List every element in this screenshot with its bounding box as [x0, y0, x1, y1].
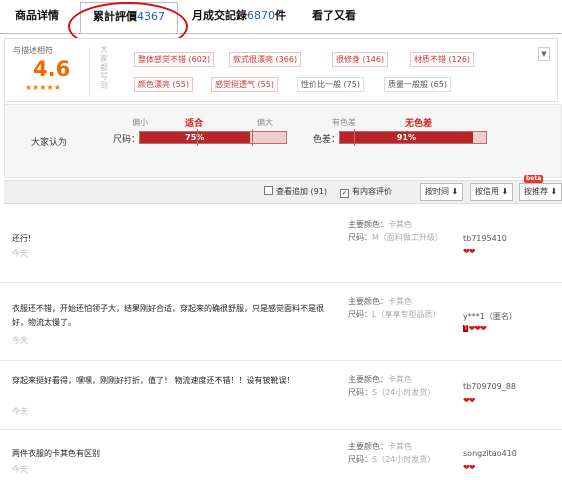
tab-reviews[interactable]: 累計評價4367 [80, 2, 178, 33]
checkbox-icon[interactable] [264, 186, 273, 195]
credit-heart-icon: ❤❤ [463, 247, 475, 256]
chevron-down-icon[interactable]: ▼ [538, 47, 550, 61]
size-bar-fill: 75% [140, 132, 250, 143]
reviewer-name[interactable]: y***1（匿名） [463, 311, 517, 322]
impression-tag[interactable]: 感觉挺透气 (55) [211, 77, 278, 92]
tab-also-viewed[interactable]: 看了又看 [302, 2, 366, 30]
color-mid-label: 无色差 [405, 119, 433, 129]
review-date: 今天 [12, 336, 28, 345]
reviewer-name[interactable]: tb709709_88 [463, 382, 516, 391]
append-filter[interactable]: 查看追加 (91) [264, 186, 327, 197]
review-date: 今天 [12, 249, 28, 258]
reviewer-name[interactable]: tb7195410 [463, 234, 507, 243]
beta-badge: beta [524, 175, 544, 183]
arrow-down-icon: ⬇ [550, 187, 558, 196]
size-bar: 75% [139, 129, 287, 146]
tab-product-details[interactable]: 商品详情 [6, 2, 68, 30]
arrow-down-icon: ⬇ [501, 187, 509, 196]
rating-panel: 与描述相符 4.6 ★★★★★ 大家都写到 整体感觉不错 (602) 款式很漂亮… [4, 38, 558, 102]
tags-side-label: 大家都写到 [100, 45, 108, 90]
color-label: 色差： [313, 135, 341, 145]
content-filter[interactable]: ✓ 有内容评价 [340, 186, 392, 198]
sort-recommend-button[interactable]: 按推荐 ⬇ [519, 183, 562, 201]
credit-heart-icon: ❤❤ [463, 396, 475, 405]
review-row: 两件衣服的卡其色有区别 今天 主要颜色：卡其色 尺码：S（24小时发货） son… [0, 430, 562, 480]
review-row: 穿起来挺好看得，嘿嘿，刚刚好打折，值了！ 物流速度还不错！！设有铍靴误！ 今天 … [0, 361, 562, 430]
tab-monthly-sales[interactable]: 月成交記錄6870件 [188, 2, 290, 30]
color-bar-tick [354, 129, 355, 146]
opinion-label: 大家认为 [31, 138, 68, 148]
sort-credit-button[interactable]: 按信用 ⬇ [470, 183, 514, 201]
tmall-icon: T [463, 325, 468, 332]
review-spec: 主要颜色：卡其色 尺码：S（24小时发货） [348, 375, 436, 397]
impression-tag[interactable]: 整体感觉不错 (602) [134, 52, 215, 67]
credit-heart-icon: ❤❤ [463, 463, 475, 472]
star-icon: ★★★★★ [25, 83, 61, 92]
score-value: 4.6 [33, 57, 71, 81]
size-left-label: 偏小 [132, 118, 148, 127]
size-mid-label: 适合 [185, 119, 204, 129]
impression-tag[interactable]: 质量一般般 (65) [384, 77, 451, 92]
size-label: 尺码： [113, 135, 141, 145]
arrow-down-icon: ⬇ [451, 187, 459, 196]
size-bar-tick [252, 129, 253, 146]
impression-tag[interactable]: 性价比一般 (75) [297, 77, 364, 92]
impression-tag[interactable]: 款式很漂亮 (366) [229, 52, 302, 67]
size-right-label: 偏大 [257, 118, 273, 127]
review-spec: 主要颜色：卡其色 尺码：L（享享专柜品质） [348, 297, 441, 319]
color-left-label: 有色差 [332, 118, 356, 127]
review-date: 今天 [12, 407, 28, 416]
sort-time-button[interactable]: 按时间 ⬇ [420, 183, 464, 201]
color-bar: 91% [339, 129, 487, 146]
score-label: 与描述相符 [13, 46, 53, 55]
divider [89, 47, 90, 95]
impression-tag[interactable]: 很修身 (146) [332, 52, 389, 67]
impression-tag[interactable]: 材质不错 (126) [410, 52, 475, 67]
credit-heart-icon: T ❤❤❤ [463, 324, 487, 333]
review-row: 还行! 今天 主要颜色：卡其色 尺码：M（面料做工升级） tb7195410 ❤… [0, 205, 562, 283]
review-text: 还行! [12, 234, 32, 243]
color-bar-fill: 91% [340, 132, 473, 143]
review-spec: 主要颜色：卡其色 尺码：S（24小时发货） [348, 442, 436, 464]
review-text: 两件衣服的卡其色有区别 [12, 449, 100, 458]
review-spec: 主要颜色：卡其色 尺码：M（面料做工升级） [348, 220, 443, 242]
review-row: 衣服还不错，开始还怕领子大，结果刚好合适，穿起来的确很舒服，只是感觉面料不是很好… [0, 283, 562, 361]
impression-tag[interactable]: 颜色漂亮 (55) [134, 77, 193, 92]
opinion-panel: 大家认为 偏小 适合 偏大 尺码： 75% 有色差 无色差 色差： 91% [4, 104, 562, 178]
size-bar-tick [197, 129, 198, 146]
checkbox-checked-icon[interactable]: ✓ [340, 189, 349, 198]
review-text: 穿起来挺好看得，嘿嘿，刚刚好打折，值了！ 物流速度还不错！！设有铍靴误！ [12, 376, 295, 385]
reviewer-name[interactable]: songzitao410 [463, 449, 517, 458]
review-text: 衣服还不错，开始还怕领子大，结果刚好合适，穿起来的确很舒服，只是感觉面料不是很好… [12, 304, 324, 327]
review-date: 今天 [12, 465, 28, 474]
